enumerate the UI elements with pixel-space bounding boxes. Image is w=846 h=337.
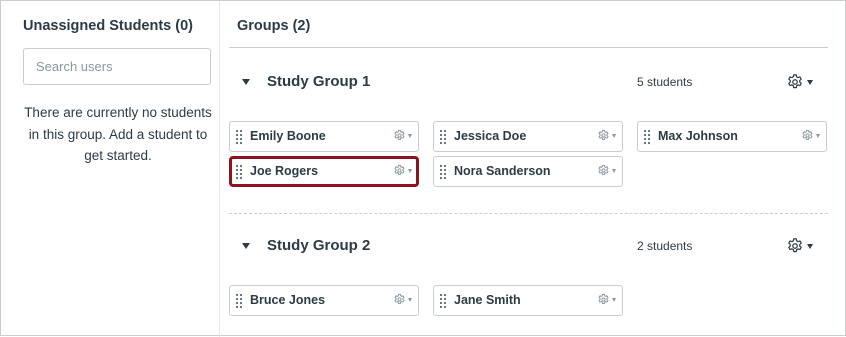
member-name: Emily Boone [250,129,326,143]
member-name: Bruce Jones [250,293,326,307]
column-divider [219,1,220,337]
drag-handle-icon[interactable] [643,129,650,145]
group-name[interactable]: Study Group 1 [267,73,370,90]
groups-heading-divider [229,47,828,48]
member-name: Joe Rogers [250,164,319,178]
drag-handle-icon[interactable] [439,164,446,180]
group-student-count: 5 students [637,75,693,89]
chevron-down-icon [612,297,616,302]
member-settings-button[interactable] [393,129,412,142]
member-settings-button[interactable] [393,164,412,177]
group-header-study-group-2: Study Group 2 2 students [229,232,828,262]
member-name: Jane Smith [454,293,521,307]
chevron-down-icon [816,133,820,138]
gear-icon [598,293,609,305]
member-settings-button[interactable] [597,129,616,142]
drag-handle-icon[interactable] [235,293,242,309]
unassigned-students-heading: Unassigned Students (0) [23,18,193,34]
chevron-down-icon [408,168,412,173]
empty-state-message: There are currently no students in this … [24,105,212,163]
member-card-max-johnson[interactable]: Max Johnson [637,121,827,152]
drag-handle-icon[interactable] [439,293,446,309]
gear-icon [788,238,802,253]
member-card-nora-sanderson[interactable]: Nora Sanderson [433,156,623,187]
gear-icon [598,164,609,176]
gear-icon [788,74,802,89]
member-card-jessica-doe[interactable]: Jessica Doe [433,121,623,152]
member-settings-button[interactable] [597,293,616,306]
group-divider [229,213,828,214]
member-name: Jessica Doe [454,129,527,143]
group-student-count: 2 students [637,239,693,253]
member-name: Max Johnson [658,129,738,143]
group-header-study-group-1: Study Group 1 5 students [229,68,828,98]
search-users-input[interactable] [23,48,211,85]
caret-down-icon[interactable] [242,79,250,85]
member-card-emily-boone[interactable]: Emily Boone [229,121,419,152]
member-settings-button[interactable] [801,129,820,142]
chevron-down-icon [408,297,412,302]
chevron-down-icon [408,133,412,138]
drag-handle-icon[interactable] [235,129,242,145]
gear-icon [394,293,405,305]
member-name: Nora Sanderson [454,164,551,178]
member-card-jane-smith[interactable]: Jane Smith [433,285,623,316]
group-settings-button[interactable] [786,235,820,257]
group-name[interactable]: Study Group 2 [267,237,370,254]
member-card-bruce-jones[interactable]: Bruce Jones [229,285,419,316]
drag-handle-icon[interactable] [235,164,242,180]
chevron-down-icon [612,168,616,173]
member-settings-button[interactable] [393,293,412,306]
chevron-down-icon [612,133,616,138]
groups-panel: Unassigned Students (0) There are curren… [0,0,846,337]
gear-icon [394,129,405,141]
drag-handle-icon[interactable] [439,129,446,145]
gear-icon [598,129,609,141]
group-settings-button[interactable] [786,71,820,93]
chevron-down-icon [807,79,813,85]
caret-down-icon[interactable] [242,243,250,249]
member-settings-button[interactable] [597,164,616,177]
chevron-down-icon [807,243,813,249]
gear-icon [394,164,405,176]
gear-icon [802,129,813,141]
groups-heading: Groups (2) [237,18,311,34]
member-card-joe-rogers[interactable]: Joe Rogers [229,156,419,187]
